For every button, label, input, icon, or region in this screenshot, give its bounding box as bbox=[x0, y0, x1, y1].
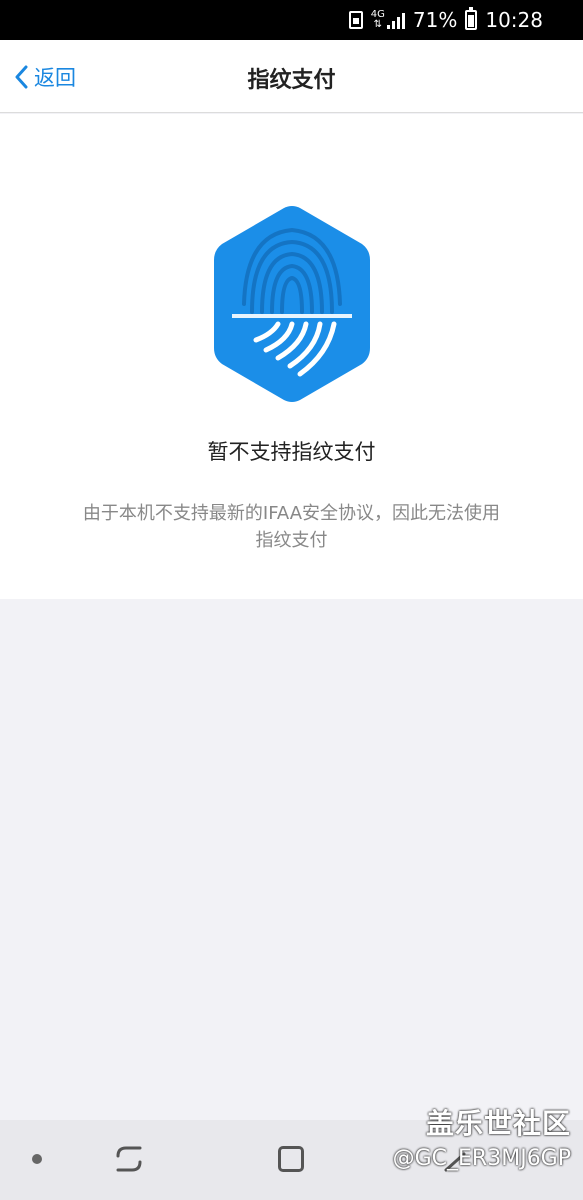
clock: 10:28 bbox=[485, 8, 543, 32]
content-card: 暂不支持指纹支付 由于本机不支持最新的IFAA安全协议，因此无法使用指纹支付 bbox=[0, 114, 583, 599]
watermark-user: @GC_ER3MJ6GP bbox=[392, 1146, 571, 1171]
description-text: 由于本机不支持最新的IFAA安全协议，因此无法使用指纹支付 bbox=[82, 503, 501, 551]
navigation-header: 返回 指纹支付 bbox=[0, 40, 583, 113]
network-type-icon: 4G ⇅ bbox=[370, 9, 385, 30]
sim-card-icon bbox=[348, 11, 363, 29]
fingerprint-icon bbox=[214, 206, 370, 402]
status-bar: 4G ⇅ 71% 10:28 bbox=[0, 0, 583, 40]
signal-strength-icon bbox=[386, 11, 405, 29]
battery-percent: 71% bbox=[412, 8, 458, 32]
hide-keyboard-dot-button[interactable] bbox=[32, 1154, 42, 1164]
watermark-title: 盖乐世社区 bbox=[425, 1107, 571, 1140]
recent-apps-button[interactable] bbox=[114, 1144, 144, 1174]
battery-icon bbox=[465, 7, 478, 30]
watermark: 盖乐世社区 @GC_ER3MJ6GP bbox=[393, 1102, 571, 1171]
page-title: 指纹支付 bbox=[247, 68, 336, 93]
home-button[interactable] bbox=[278, 1146, 304, 1172]
status-heading: 暂不支持指纹支付 bbox=[207, 440, 376, 464]
